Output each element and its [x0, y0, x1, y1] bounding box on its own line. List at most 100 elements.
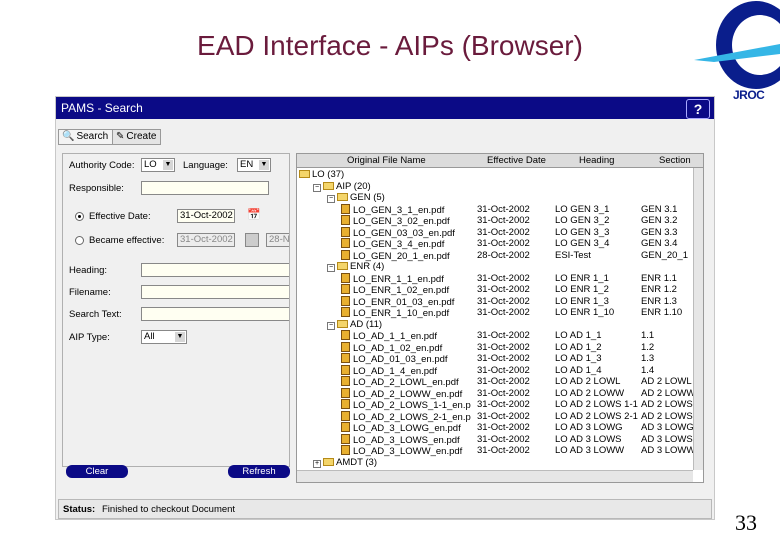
row-filename: LO_AD_2_LOWW_en.pdf: [353, 388, 463, 400]
column-header-date[interactable]: Effective Date: [487, 155, 546, 166]
row-section: ENR 1.2: [641, 284, 677, 295]
tree-folder-row[interactable]: − AIP (20): [297, 181, 693, 193]
table-row[interactable]: LO_AD_2_LOWL_en.pdf 31-Oct-2002 LO AD 2 LO…: [297, 376, 693, 388]
search-text-field[interactable]: [141, 307, 289, 321]
table-row[interactable]: LO_AD_1_02_en.pdf 31-Oct-2002 LO AD 1_2 1.2: [297, 341, 693, 354]
effective-date-radio[interactable]: [75, 212, 84, 221]
table-row[interactable]: LO_AD_3_LOWG_en.pdf 31-Oct-2002 LO AD 3 LO…: [297, 422, 694, 434]
calendar-icon[interactable]: 📅: [247, 208, 261, 221]
row-filename: LO_AD_3_LOWG_en.pdf: [353, 423, 461, 434]
tree-node: LO_AD_2_LOWW_en.pdf: [341, 387, 463, 400]
aip-type-select[interactable]: All ▼: [141, 330, 187, 344]
tree-folder-row[interactable]: + AMDT (3): [297, 457, 693, 469]
table-row[interactable]: LO_ENR_1_10_en.pdf 31-Oct-2002 LO ENR 1_10…: [297, 307, 693, 319]
pdf-file-icon: [341, 215, 350, 225]
responsible-field[interactable]: [141, 181, 269, 195]
effective-date-label: Effective Date:: [89, 211, 151, 222]
table-row[interactable]: LO_AD_1_1_en.pdf 31-Oct-2002 LO AD 1_1 1.1: [297, 330, 693, 342]
table-row[interactable]: LO_ENR_1_1_en.pdf 31-Oct-2002 LO ENR 1_1 EN…: [297, 272, 693, 285]
tree-folder-row[interactable]: − ENR (4): [297, 261, 693, 273]
pdf-file-icon: [341, 226, 350, 237]
pdf-file-icon: [341, 330, 350, 340]
tree-folder-row[interactable]: LO (37): [297, 169, 693, 181]
table-row[interactable]: LO_AD_1_4_en.pdf 31-Oct-2002 LO AD 1_4 1.4: [297, 364, 693, 377]
row-date: 31-Oct-2002: [477, 284, 530, 295]
table-row[interactable]: LO_AD_3_LOWS_en.pdf 31-Oct-2002 LO AD 3 LO…: [297, 433, 693, 446]
dropdown-arrow-icon: ▼: [259, 160, 269, 170]
row-date: 31-Oct-2002: [477, 341, 530, 353]
became-from-field[interactable]: 31-Oct-2002: [177, 233, 235, 247]
row-heading: LO AD 2 LOWS 2-1: [555, 410, 638, 422]
dropdown-arrow-icon: ▼: [163, 160, 173, 170]
help-button[interactable]: ?: [686, 99, 710, 119]
table-row[interactable]: LO_GEN_03_03_en.pdf 31-Oct-2002 LO GEN 3_3…: [297, 226, 693, 239]
row-filename: LO_AD_1_1_en.pdf: [353, 331, 437, 342]
horizontal-scrollbar[interactable]: [297, 470, 693, 482]
table-row[interactable]: LO_AD_2_LOWS_2-1_en.p 31-Oct-2002 LO AD 2 …: [297, 410, 693, 423]
collapse-icon[interactable]: −: [313, 183, 321, 192]
column-header-section[interactable]: Section: [659, 155, 691, 166]
row-date: 31-Oct-2002: [477, 410, 530, 422]
dropdown-arrow-icon: ▼: [175, 332, 185, 342]
table-row[interactable]: LO_GEN_3_4_en.pdf 31-Oct-2002 LO GEN 3_4 GE…: [297, 238, 693, 250]
window-title: PAMS - Search: [61, 101, 143, 115]
pdf-file-icon: [341, 376, 350, 386]
table-row[interactable]: LO_AD_01_03_en.pdf 31-Oct-2002 LO AD 1_3 1.…: [297, 353, 693, 365]
table-row[interactable]: LO_AD_2_LOWS_1-1_en.p 31-Oct-2002 LO AD 2 …: [297, 399, 693, 411]
row-filename: LO_GEN_3_1_en.pdf: [353, 204, 445, 216]
table-row[interactable]: LO_GEN_20_1_en.pdf 28-Oct-2002 ESI-Test GEN…: [297, 249, 693, 262]
tree-node: LO_AD_3_LOWW_en.pdf: [341, 445, 462, 457]
column-header-filename[interactable]: Original File Name: [347, 155, 426, 166]
effective-date-field[interactable]: 31-Oct-2002: [177, 209, 235, 223]
became-effective-radio[interactable]: [75, 236, 84, 245]
row-section: 1.3: [641, 353, 655, 364]
table-row[interactable]: LO_AD_2_LOWW_en.pdf 31-Oct-2002 LO AD 2 LO…: [297, 387, 695, 400]
row-heading: LO AD 1_1: [555, 330, 602, 341]
tab-create[interactable]: ✎ Create: [112, 129, 162, 145]
table-row[interactable]: LO_AD_3_LOWW_en.pdf 31-Oct-2002 LO AD 3 LO…: [297, 445, 696, 457]
tab-search[interactable]: 🔍 Search: [58, 129, 114, 145]
tree-node: LO_GEN_3_02_en.pdf: [341, 215, 450, 227]
expand-icon[interactable]: +: [313, 459, 321, 468]
slide-title: EAD Interface - AIPs (Browser): [197, 30, 583, 61]
row-heading: LO AD 3 LOWS: [555, 433, 622, 445]
authority-select[interactable]: LO ▼: [141, 158, 175, 172]
row-heading: LO AD 2 LOWS 1-1: [555, 399, 638, 410]
row-date: 31-Oct-2002: [477, 203, 530, 215]
tree-folder-row[interactable]: − GEN (5): [297, 192, 693, 204]
table-row[interactable]: LO_ENR_01_03_en.pdf 31-Oct-2002 LO ENR 1_3…: [297, 295, 693, 308]
tree-node: LO_AD_2_LOWS_1-1_en.p: [341, 399, 471, 411]
row-section: AD 3 LOWW: [641, 445, 696, 456]
pdf-file-icon: [341, 238, 350, 248]
pdf-file-icon: [341, 410, 350, 421]
tree-node: LO_ENR_01_03_en.pdf: [341, 295, 454, 308]
row-section: 1.2: [641, 341, 655, 353]
tree-node: − AD (11): [327, 319, 382, 330]
collapse-icon[interactable]: −: [327, 195, 335, 203]
row-filename: LO_AD_2_LOWL_en.pdf: [353, 377, 459, 388]
magnifier-icon: 🔍: [62, 131, 75, 142]
row-filename: LO_AD_2_LOWS_1-1_en.p: [353, 400, 471, 411]
table-row[interactable]: LO_ENR_1_02_en.pdf 31-Oct-2002 LO ENR 1_2 E…: [297, 284, 693, 296]
collapse-icon[interactable]: −: [327, 264, 335, 272]
authority-label: Authority Code:: [69, 160, 135, 171]
column-header-heading[interactable]: Heading: [579, 155, 614, 166]
language-select[interactable]: EN ▼: [237, 158, 271, 172]
vertical-scrollbar[interactable]: [693, 168, 703, 470]
table-row[interactable]: LO_GEN_3_1_en.pdf 31-Oct-2002 LO GEN 3_1 GE…: [297, 203, 693, 216]
collapse-icon[interactable]: −: [327, 321, 335, 330]
tree-folder-row[interactable]: − AD (11): [297, 319, 693, 331]
clear-button[interactable]: Clear: [66, 465, 128, 478]
filename-label: Filename:: [69, 287, 111, 298]
row-filename: LO_GEN_3_4_en.pdf: [353, 239, 445, 250]
row-heading: LO AD 1_4: [555, 364, 602, 376]
became-to-field[interactable]: 28-N: [266, 233, 289, 247]
row-date: 31-Oct-2002: [477, 238, 530, 249]
table-row[interactable]: LO_GEN_3_02_en.pdf 31-Oct-2002 LO GEN 3_2 G…: [297, 215, 693, 227]
row-filename: LO_AD_2_LOWS_2-1_en.p: [353, 411, 471, 423]
refresh-button[interactable]: Refresh: [228, 465, 290, 478]
heading-field[interactable]: [141, 263, 289, 277]
calendar-icon[interactable]: [245, 233, 259, 247]
row-filename: LO_GEN_03_03_en.pdf: [353, 227, 455, 239]
filename-field[interactable]: [141, 285, 289, 299]
